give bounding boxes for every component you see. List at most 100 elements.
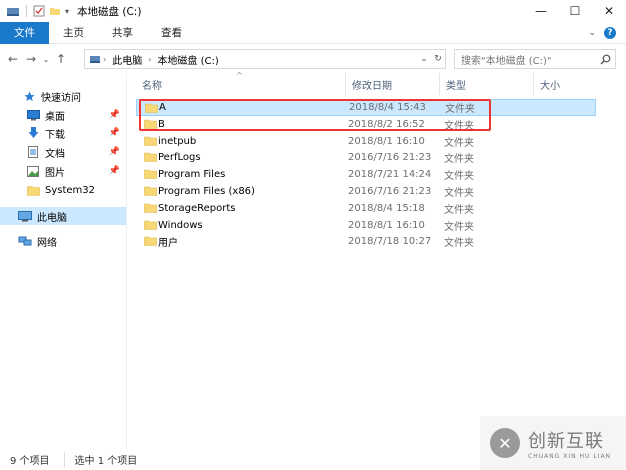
window-controls: — ☐ ✕ <box>524 0 626 22</box>
column-header-name[interactable]: 名称 <box>136 73 346 95</box>
close-button[interactable]: ✕ <box>592 0 626 22</box>
file-row[interactable]: StorageReports 2018/8/4 15:18 文件夹 <box>136 200 596 217</box>
watermark-cn: 创新互联 <box>528 430 604 452</box>
folder-icon <box>144 220 157 230</box>
nav-network[interactable]: 网络 <box>18 232 126 250</box>
file-list: ^ 名称 修改日期 类型 大小 A 2018/8/4 15:43 文件夹 B 2018/… <box>128 71 626 449</box>
watermark: ✕ 创新互联 CHUANG XIN HU LIAN <box>480 416 626 470</box>
computer-icon <box>18 210 32 222</box>
file-date: 2018/7/18 10:27 <box>348 236 432 248</box>
file-type: 文件夹 <box>444 188 474 199</box>
properties-icon[interactable] <box>33 5 45 17</box>
file-type: 文件夹 <box>444 221 474 233</box>
pin-icon[interactable]: 📌 <box>109 110 120 120</box>
column-header-type[interactable]: 类型 <box>440 73 534 95</box>
file-date: 2016/7/16 21:23 <box>348 152 432 164</box>
file-row[interactable]: 用户 2018/7/18 10:27 文件夹 <box>136 233 596 250</box>
file-row[interactable]: A 2018/8/4 15:43 文件夹 <box>136 99 596 116</box>
new-folder-icon[interactable] <box>49 5 61 17</box>
watermark-en: CHUANG XIN HU LIAN <box>528 452 612 460</box>
breadcrumb-this-pc[interactable]: 此电脑 <box>112 52 142 67</box>
file-type: 文件夹 <box>444 171 474 183</box>
search-placeholder: 搜索"本地磁盘 (C:)" <box>461 55 552 67</box>
maximize-button[interactable]: ☐ <box>558 0 592 22</box>
file-type: 文件夹 <box>445 104 475 115</box>
folder-icon <box>26 184 40 196</box>
file-row[interactable]: Program Files 2018/7/21 14:24 文件夹 <box>136 166 596 183</box>
drive-icon[interactable] <box>6 5 20 17</box>
file-name: A <box>159 102 166 113</box>
nav-desktop[interactable]: 桌面 📌 <box>26 106 126 124</box>
file-name: Windows <box>158 219 203 231</box>
download-icon <box>26 127 40 139</box>
file-type: 文件夹 <box>444 204 474 216</box>
chevron-right-icon[interactable]: › <box>103 55 106 64</box>
nav-item-label: 图片 <box>45 167 65 179</box>
file-row[interactable]: B 2018/8/2 16:52 文件夹 <box>136 116 596 133</box>
file-name: B <box>158 118 165 130</box>
breadcrumb-local-disk[interactable]: 本地磁盘 (C:) <box>157 52 218 67</box>
help-icon[interactable]: ? <box>604 26 616 39</box>
pin-icon[interactable]: 📌 <box>109 166 120 176</box>
address-bar[interactable]: › 此电脑 › 本地磁盘 (C:) ⌄ ↻ <box>84 49 446 69</box>
file-row[interactable]: inetpub 2018/8/1 16:10 文件夹 <box>136 133 596 150</box>
tab-share[interactable]: 共享 <box>98 22 147 44</box>
nav-pictures[interactable]: 图片 📌 <box>26 162 126 180</box>
drive-icon <box>90 56 100 63</box>
file-row[interactable]: Program Files (x86) 2016/7/16 21:23 文件夹 <box>136 183 596 200</box>
nav-item-label: 快速访问 <box>41 92 81 104</box>
column-header-date[interactable]: 修改日期 <box>346 73 440 95</box>
tab-file[interactable]: 文件 <box>0 21 49 44</box>
refresh-icon[interactable]: ↻ <box>431 54 445 64</box>
tab-view[interactable]: 查看 <box>147 22 196 44</box>
title-bar: ▾ 本地磁盘 (C:) — ☐ ✕ <box>0 0 626 22</box>
file-date: 2016/7/16 21:23 <box>348 186 432 197</box>
customize-toolbar-icon[interactable]: ▾ <box>65 7 69 16</box>
nav-downloads[interactable]: 下载 📌 <box>26 124 126 142</box>
file-row[interactable]: Windows 2018/8/1 16:10 文件夹 <box>136 217 596 234</box>
up-button[interactable]: ↑ <box>52 49 70 69</box>
address-dropdown-icon[interactable]: ⌄ <box>417 54 431 64</box>
expand-ribbon-icon[interactable]: ⌄ <box>588 28 596 38</box>
separator <box>26 5 27 17</box>
nav-item-label: 文档 <box>45 148 65 160</box>
star-icon <box>22 90 36 102</box>
folder-icon <box>144 153 157 163</box>
file-name: PerfLogs <box>158 152 201 164</box>
watermark-logo-icon: ✕ <box>490 428 520 458</box>
back-button[interactable]: ← <box>4 49 22 69</box>
window-title: 本地磁盘 (C:) <box>77 5 142 18</box>
folder-icon <box>144 119 157 129</box>
nav-item-label: 此电脑 <box>37 212 67 224</box>
file-date: 2018/8/4 15:43 <box>349 102 426 113</box>
search-input[interactable]: 搜索"本地磁盘 (C:)" <box>454 49 616 69</box>
nav-item-label: 下载 <box>45 129 65 141</box>
file-type: 文件夹 <box>444 120 474 132</box>
nav-this-pc[interactable]: 此电脑 <box>0 207 126 225</box>
item-count: 9 个项目 <box>10 456 50 467</box>
quick-access-toolbar: ▾ <box>0 0 69 22</box>
minimize-button[interactable]: — <box>524 0 558 22</box>
tab-home[interactable]: 主页 <box>49 22 98 44</box>
pictures-icon <box>26 165 40 177</box>
nav-documents[interactable]: 文档 📌 <box>26 143 126 161</box>
file-date: 2018/8/1 16:10 <box>348 135 425 147</box>
file-date: 2018/7/21 14:24 <box>348 169 432 181</box>
column-header-size[interactable]: 大小 <box>534 73 594 95</box>
chevron-right-icon[interactable]: › <box>148 55 151 64</box>
folder-icon <box>144 186 157 196</box>
nav-quick-access[interactable]: 快速访问 <box>22 87 126 105</box>
pin-icon[interactable]: 📌 <box>109 128 120 138</box>
folder-icon <box>144 237 157 247</box>
file-name: inetpub <box>158 135 197 147</box>
forward-button[interactable]: → <box>22 49 40 69</box>
folder-icon <box>145 103 158 113</box>
file-row[interactable]: PerfLogs 2016/7/16 21:23 文件夹 <box>136 149 596 166</box>
network-icon <box>18 235 32 247</box>
nav-item-label: 桌面 <box>45 111 65 123</box>
pin-icon[interactable]: 📌 <box>109 147 120 157</box>
nav-item-label: 网络 <box>37 237 57 249</box>
nav-system32[interactable]: System32 <box>26 181 126 199</box>
recent-locations-icon[interactable]: ⌄ <box>40 49 52 69</box>
file-date: 2018/8/4 15:18 <box>348 202 425 214</box>
